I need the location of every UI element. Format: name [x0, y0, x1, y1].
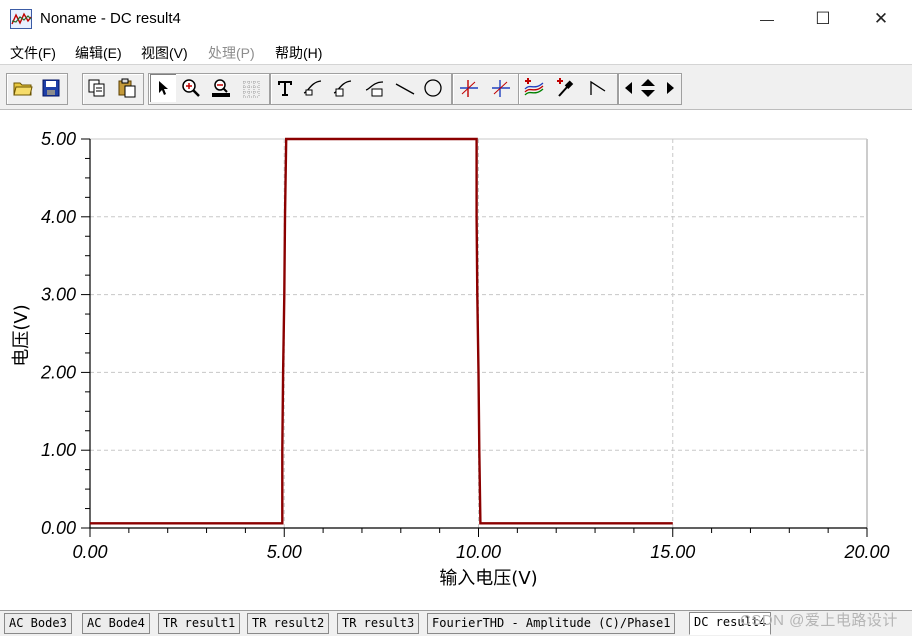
scroll-updown-icon	[641, 79, 655, 97]
line-button[interactable]	[392, 74, 418, 102]
cursor-a-icon	[460, 80, 478, 97]
text-tool-button[interactable]	[272, 74, 298, 102]
line-label-icon	[365, 81, 384, 97]
pointer-icon	[159, 81, 168, 95]
y-tick-label: 0.00	[41, 518, 76, 538]
title-bar: Noname - DC result4 — ☐ ✕	[0, 0, 912, 39]
watermark-text: CSDN @爱上电路设计	[740, 612, 898, 629]
y-tick-label: 1.00	[41, 440, 76, 460]
close-icon: ✕	[873, 9, 889, 28]
y-tick-label: 2.00	[40, 362, 76, 382]
zoom-100-icon	[212, 79, 230, 97]
menu-item-1[interactable]: 编辑(E)	[75, 43, 122, 63]
dc-result-chart: 0.00 5.00 10.00 15.00 20.00 0.00 1.00 2.00 3.00 4…	[11, 129, 890, 589]
menu-item-3[interactable]: 处理(P)	[208, 43, 255, 63]
probe-button[interactable]	[553, 74, 579, 102]
plot-area[interactable]: 0.00 5.00 10.00 15.00 20.00 0.00 1.00 2.00 3.00 4…	[0, 110, 912, 610]
close-button[interactable]: ✕	[852, 0, 910, 38]
zoom-in-icon	[182, 79, 200, 97]
series-line-0[interactable]	[90, 137, 673, 525]
minimize-button[interactable]: —	[738, 0, 796, 38]
menu-bar: 文件(F) 编辑(E) 视图(V) 处理(P) 帮助(H)	[0, 38, 912, 65]
save-button[interactable]	[38, 74, 64, 102]
tab-5[interactable]: FourierTHD - Amplitude (C)/Phase1	[427, 613, 676, 634]
maximize-icon: ☐	[815, 9, 831, 28]
x-tick-label: 5.00	[267, 542, 302, 562]
y-tick-label: 3.00	[41, 285, 76, 305]
tab-4[interactable]: TR result3	[337, 613, 420, 634]
paste-button[interactable]	[114, 74, 140, 102]
menu-item-4[interactable]: 帮助(H)	[275, 43, 322, 63]
scroll-updown-button[interactable]	[638, 74, 656, 102]
add-curve-icon	[524, 78, 544, 96]
toolbar	[0, 65, 912, 110]
cursor-a-button[interactable]	[456, 74, 482, 102]
step-button[interactable]	[585, 74, 611, 102]
curve-query-button[interactable]	[330, 74, 356, 102]
grid-icon	[243, 81, 260, 98]
open-folder-icon	[13, 82, 33, 96]
pointer-button[interactable]	[150, 74, 176, 102]
x-axis-label: 输入电压(V)	[439, 568, 537, 589]
curve-label-icon	[303, 80, 322, 96]
scroll-left-icon	[625, 82, 632, 94]
circle-button[interactable]	[420, 74, 446, 102]
maximize-button[interactable]: ☐	[794, 0, 852, 38]
scroll-right-button[interactable]	[660, 74, 678, 102]
text-tool-icon	[278, 81, 292, 96]
circle-icon	[424, 79, 442, 97]
tab-0[interactable]: AC Bode3	[4, 613, 72, 634]
window-title: Noname - DC result4	[40, 10, 181, 27]
y-axis-label: 电压(V)	[11, 304, 32, 366]
save-icon	[42, 79, 60, 97]
y-tick-label: 4.00	[41, 207, 76, 227]
add-curve-button[interactable]	[521, 74, 547, 102]
curve-query-icon	[333, 80, 352, 97]
menu-item-2[interactable]: 视图(V)	[141, 43, 188, 63]
step-icon	[590, 80, 606, 95]
copy-icon	[88, 79, 105, 97]
cursor-b-button[interactable]	[488, 74, 514, 102]
paste-icon	[118, 78, 136, 98]
x-tick-label: 0.00	[72, 542, 107, 562]
tab-3[interactable]: TR result2	[247, 613, 330, 634]
open-folder-button[interactable]	[10, 74, 36, 102]
app-icon	[10, 9, 32, 29]
line-label-button[interactable]	[362, 74, 388, 102]
scroll-left-button[interactable]	[620, 74, 638, 102]
zoom-100-button[interactable]	[208, 74, 234, 102]
zoom-in-button[interactable]	[178, 74, 204, 102]
curve-label-button[interactable]	[300, 74, 326, 102]
copy-button[interactable]	[84, 74, 110, 102]
x-tick-label: 15.00	[650, 542, 695, 562]
x-tick-label: 20.00	[843, 542, 889, 562]
tab-1[interactable]: AC Bode4	[82, 613, 150, 634]
minimize-icon: —	[760, 11, 774, 27]
grid-button[interactable]	[238, 74, 264, 102]
menu-item-0[interactable]: 文件(F)	[10, 43, 56, 63]
line-icon	[395, 83, 415, 95]
probe-icon	[557, 78, 574, 97]
scroll-right-icon	[667, 82, 674, 94]
tab-2[interactable]: TR result1	[158, 613, 241, 634]
cursor-b-icon	[492, 80, 510, 97]
x-tick-label: 10.00	[456, 542, 501, 562]
y-tick-label: 5.00	[41, 129, 76, 149]
